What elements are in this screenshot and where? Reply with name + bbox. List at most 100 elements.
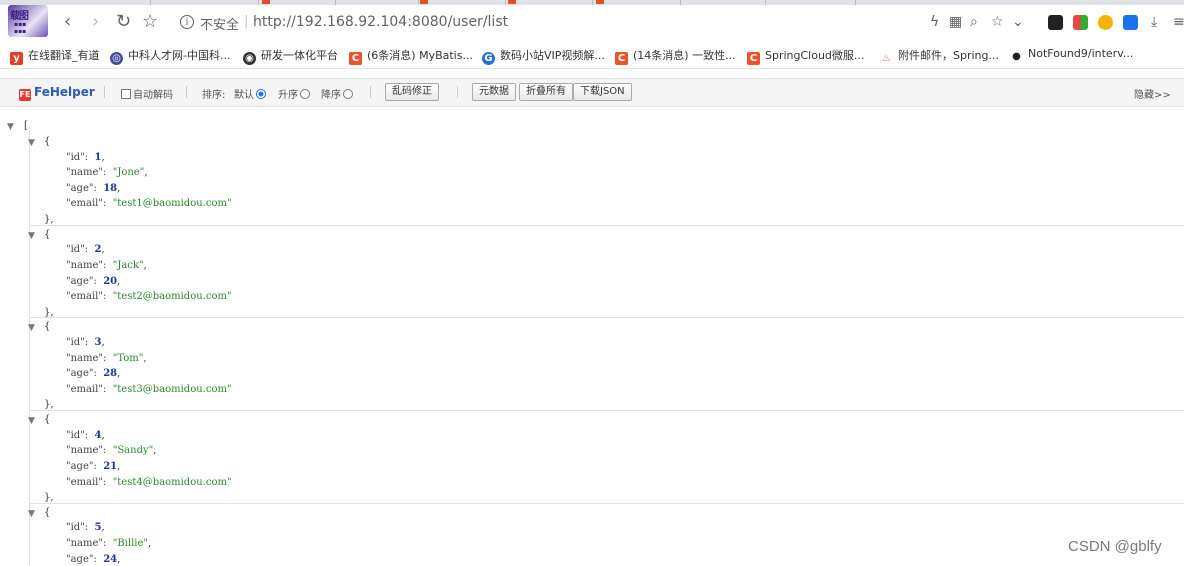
json-field-age: "age": 20, [66, 276, 120, 287]
json-close-brace: }, [44, 492, 54, 504]
fire-icon: ♨ [882, 53, 891, 64]
collapse-toggle-icon[interactable]: ▼ [28, 231, 35, 241]
bookmark-star-icon[interactable]: ☆ [142, 13, 158, 31]
json-comma: , [101, 429, 105, 441]
collapse-toggle-icon[interactable]: ▼ [28, 138, 35, 148]
json-value[interactable]: "Billie" [113, 538, 148, 549]
bookmark-label: NotFound9/interv... [1028, 47, 1134, 60]
json-key: "age": [66, 460, 97, 472]
json-comma: , [117, 275, 121, 287]
json-value[interactable]: 28 [103, 368, 117, 379]
json-value[interactable]: "Sandy" [113, 445, 154, 456]
zoom-icon[interactable]: ⌕ [970, 14, 978, 30]
json-value[interactable]: 24 [103, 554, 117, 565]
address-bar[interactable]: http://192.168.92.104:8080/user/list [253, 14, 508, 30]
divider [186, 86, 187, 98]
browser-toolbar: 载图 ▪▪▪ ▪▪▪ ‹ › ↻ ☆ i 不安全 | http://192.168… [0, 5, 1184, 41]
json-value[interactable]: 5 [95, 522, 102, 533]
bookmark-item[interactable]: ● NotFound9/interv... [1010, 47, 1133, 63]
json-value[interactable]: "test2@baomidou.com" [113, 291, 232, 302]
bookmark-label: 附件邮件，Spring... [898, 49, 999, 62]
json-value[interactable]: 21 [103, 461, 117, 472]
menu-icon[interactable]: ≡ [1173, 14, 1184, 30]
json-value[interactable]: 18 [103, 183, 117, 194]
fix-garble-button[interactable]: 乱码修正 [385, 83, 439, 101]
sort-desc-radio[interactable]: 降序 [321, 86, 353, 101]
collapse-all-button[interactable]: 折叠所有 [519, 83, 573, 101]
collapse-toggle-icon[interactable]: ▼ [7, 122, 14, 132]
bookmark-item[interactable]: ♨ 附件邮件，Spring... [880, 47, 999, 65]
url-separator: | [244, 14, 249, 29]
fehelper-logo[interactable]: FE FeHelper [19, 85, 95, 101]
json-value[interactable]: 3 [95, 337, 102, 348]
download-json-button[interactable]: 下载JSON [573, 83, 632, 101]
bookmark-item[interactable]: C (14条消息) 一致性... [615, 47, 736, 65]
checkbox-icon [121, 89, 131, 99]
bookmark-item[interactable]: C (6条消息) MyBatis... [349, 47, 473, 65]
auto-decode-checkbox[interactable]: 自动解码 [121, 86, 173, 101]
json-close-brace: }, [44, 399, 54, 411]
extension-badge-icon[interactable] [1048, 15, 1063, 30]
collapse-toggle-icon[interactable]: ▼ [28, 416, 35, 426]
json-value[interactable]: 20 [103, 276, 117, 287]
json-field-email: "email": "test2@baomidou.com" [66, 291, 232, 302]
collapse-toggle-icon[interactable]: ▼ [28, 323, 35, 333]
bookmark-item[interactable]: G 数码小站VIP视频解... [482, 47, 605, 65]
bookmark-item[interactable]: C SpringCloud微服... [747, 47, 864, 65]
json-value[interactable]: 2 [95, 244, 102, 255]
extension-scissors-icon[interactable] [1123, 15, 1138, 30]
json-key: "email": [66, 291, 107, 303]
json-value[interactable]: 1 [95, 152, 102, 163]
extension-moon-icon[interactable] [1098, 15, 1113, 30]
sort-asc-radio[interactable]: 升序 [278, 86, 310, 101]
json-field-age: "age": 18, [66, 183, 120, 194]
json-value[interactable]: "test3@baomidou.com" [113, 384, 232, 395]
bookmark-label: (6条消息) MyBatis... [367, 49, 473, 62]
bookmark-label: SpringCloud微服... [765, 49, 865, 62]
sort-desc-label: 降序 [321, 90, 341, 101]
json-comma: , [117, 460, 121, 472]
profile-avatar[interactable]: 载图 ▪▪▪ ▪▪▪ [8, 5, 48, 37]
extension-grid-icon[interactable] [1073, 15, 1088, 30]
json-field-email: "email": "test3@baomidou.com" [66, 384, 232, 395]
json-field-name: "name": "Billie", [66, 538, 151, 549]
radio-icon [300, 89, 310, 99]
json-value[interactable]: "Tom" [113, 353, 144, 364]
json-key: "id": [66, 522, 89, 534]
json-field-email: "email": "test1@baomidou.com" [66, 198, 232, 209]
json-value[interactable]: "test4@baomidou.com" [113, 477, 232, 488]
json-key: "email": [66, 198, 107, 210]
star-outline-icon[interactable]: ☆ [991, 14, 1004, 30]
json-value[interactable]: 4 [95, 430, 102, 441]
json-close-brace: }, [44, 214, 54, 225]
sort-default-radio[interactable]: 默认 [234, 86, 266, 101]
json-value[interactable]: "Jack" [113, 260, 144, 271]
bookmark-label: 中科人才网-中国科... [128, 49, 231, 62]
csdn-icon: C [747, 52, 760, 65]
json-comma: , [117, 368, 121, 380]
bookmark-item[interactable]: y 在线翻译_有道 [10, 47, 100, 65]
collapse-toggle-icon[interactable]: ▼ [28, 509, 35, 519]
json-key: "email": [66, 476, 107, 488]
json-key: "email": [66, 383, 107, 395]
reload-icon[interactable]: ↻ [116, 13, 131, 31]
raw-data-button[interactable]: 元数据 [472, 83, 516, 101]
sort-label: 排序: [202, 90, 226, 101]
bookmark-item[interactable]: ◎ 中科人才网-中国科... [110, 47, 230, 65]
download-icon[interactable]: ⤓ [1151, 14, 1157, 30]
json-open-brace: { [44, 506, 51, 518]
json-key: "name": [66, 167, 107, 179]
lightning-icon[interactable]: ϟ [930, 14, 939, 30]
back-icon[interactable]: ‹ [64, 13, 71, 31]
info-icon[interactable]: i [180, 15, 194, 29]
json-value[interactable]: "test1@baomidou.com" [113, 198, 232, 209]
security-status[interactable]: 不安全 [200, 14, 239, 33]
bookmark-item[interactable]: ◉ 研发一体化平台 [243, 47, 338, 65]
forward-icon[interactable]: › [92, 13, 99, 31]
json-comma: , [144, 167, 148, 179]
json-value[interactable]: "Jone" [113, 167, 145, 178]
chevron-down-icon[interactable]: ⌄ [1012, 14, 1024, 30]
hide-toolbar-link[interactable]: 隐藏>> [1134, 86, 1171, 101]
object-divider [30, 317, 1184, 319]
qr-code-icon[interactable]: ▦ [949, 14, 962, 30]
